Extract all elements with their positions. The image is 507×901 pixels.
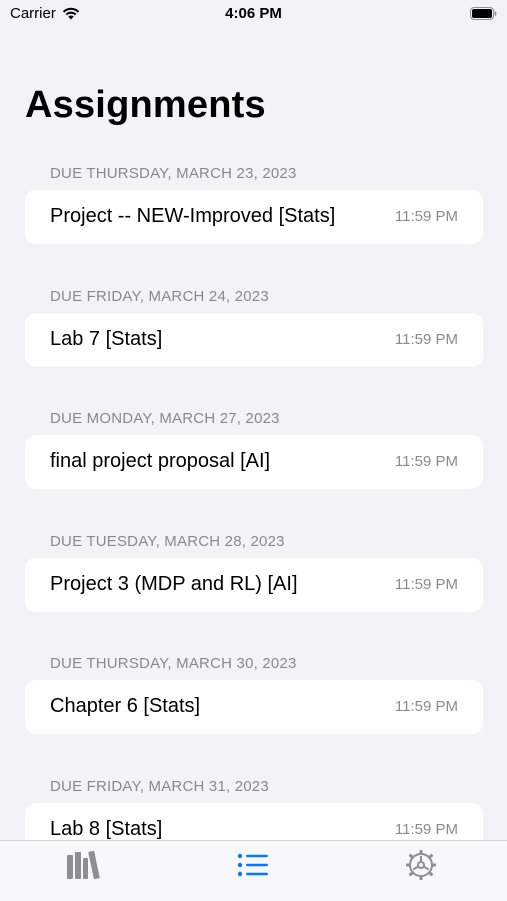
gear-icon [406, 850, 436, 880]
tab-books[interactable] [65, 849, 105, 883]
assignment-title: Lab 7 [Stats] [50, 327, 163, 350]
assignment-section: DUE FRIDAY, MARCH 24, 2023 Lab 7 [Stats]… [0, 281, 507, 404]
assignment-due-time: 11:59 PM [394, 453, 458, 471]
assignment-due-time: 11:59 PM [394, 698, 458, 716]
tab-bar [0, 840, 507, 901]
assignment-title: Chapter 6 [Stats] [50, 695, 201, 718]
assignment-section: DUE MONDAY, MARCH 27, 2023 final project… [0, 403, 507, 526]
assignment-due-time: 11:59 PM [394, 330, 458, 348]
assignment-row[interactable]: Project 3 (MDP and RL) [AI] 11:59 PM [25, 557, 483, 612]
section-header: DUE FRIDAY, MARCH 31, 2023 [50, 777, 269, 795]
assignment-title: Project -- NEW-Improved [Stats] [50, 205, 336, 227]
assignment-row[interactable]: final project proposal [AI] 11:59 PM [25, 435, 483, 490]
assignment-title: Project 3 (MDP and RL) [AI] [50, 572, 298, 595]
assignment-section: DUE THURSDAY, MARCH 30, 2023 Chapter 6 [… [0, 648, 507, 771]
assignment-title: final project proposal [AI] [50, 450, 271, 473]
battery-icon [470, 7, 497, 20]
list-icon [237, 853, 268, 877]
section-header: DUE THURSDAY, MARCH 30, 2023 [50, 655, 297, 673]
section-header: DUE FRIDAY, MARCH 24, 2023 [50, 287, 269, 305]
tab-settings[interactable] [403, 849, 443, 883]
tab-assignments[interactable] [235, 849, 275, 883]
assignment-row[interactable]: Lab 7 [Stats] 11:59 PM [25, 312, 483, 367]
section-header: DUE TUESDAY, MARCH 28, 2023 [50, 532, 285, 550]
assignment-row[interactable]: Project -- NEW-Improved [Stats] 11:59 PM [25, 190, 483, 244]
page-title: Assignments [25, 84, 266, 126]
assignment-title: Lab 8 [Stats] [50, 817, 163, 840]
status-bar: Carrier 4:06 PM [0, 0, 507, 30]
assignment-section: DUE THURSDAY, MARCH 23, 2023 Project -- … [0, 158, 507, 281]
assignment-due-time: 11:59 PM [394, 208, 458, 225]
assignment-list[interactable]: DUE THURSDAY, MARCH 23, 2023 Project -- … [0, 158, 507, 894]
assignment-section: DUE TUESDAY, MARCH 28, 2023 Project 3 (M… [0, 526, 507, 649]
section-header: DUE MONDAY, MARCH 27, 2023 [50, 410, 280, 428]
assignment-row[interactable]: Chapter 6 [Stats] 11:59 PM [25, 680, 483, 735]
section-header: DUE THURSDAY, MARCH 23, 2023 [50, 165, 297, 182]
books-icon [67, 850, 100, 880]
status-time: 4:06 PM [225, 5, 282, 22]
assignment-due-time: 11:59 PM [394, 820, 458, 838]
assignment-due-time: 11:59 PM [394, 575, 458, 593]
